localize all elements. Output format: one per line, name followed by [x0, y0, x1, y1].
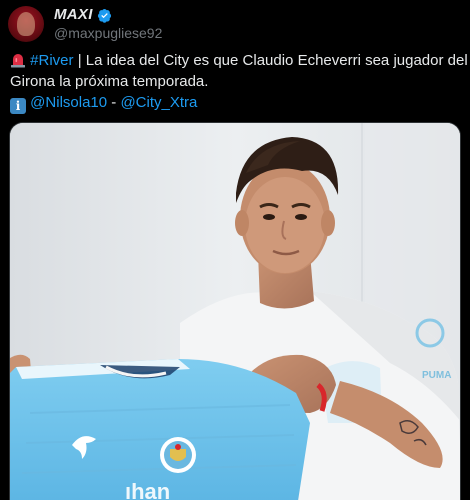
verified-badge-icon: [97, 8, 111, 23]
tweet-header: MAXI @maxpugliese92: [8, 4, 162, 44]
tweet-text: #River | La idea del City es que Claudio…: [10, 50, 468, 114]
player-holding-jersey-photo: PUMA ıhan: [10, 123, 460, 500]
mention-city-xtra-link[interactable]: @City_Xtra: [120, 94, 197, 111]
siren-emoji-icon: [10, 52, 26, 68]
tweet-line-1-text: | La idea del City es que Claudio Echeve…: [73, 52, 468, 69]
info-emoji-icon: i: [10, 98, 26, 114]
display-name-row: MAXI: [54, 6, 162, 24]
hashtag-river-link[interactable]: #River: [30, 52, 73, 69]
tweet-line-3: i @Nilsola10 - @City_Xtra: [10, 92, 460, 114]
author-display-name[interactable]: MAXI: [54, 6, 93, 24]
svg-text:PUMA: PUMA: [422, 370, 451, 381]
tweet-line-2-text: Girona la próxima temporada.: [10, 73, 209, 90]
author-avatar[interactable]: [8, 6, 44, 42]
author-names: MAXI @maxpugliese92: [54, 6, 162, 42]
tweet-media-photo[interactable]: PUMA ıhan: [9, 122, 461, 500]
svg-text:ıhan: ıhan: [125, 479, 170, 500]
mention-nilsola10-link[interactable]: @Nilsola10: [30, 94, 107, 111]
mention-separator: -: [107, 94, 121, 111]
author-handle[interactable]: @maxpugliese92: [54, 24, 162, 42]
tweet-line-1: #River | La idea del City es que Claudio…: [10, 50, 468, 71]
tweet-line-2: Girona la próxima temporada.: [10, 71, 460, 92]
